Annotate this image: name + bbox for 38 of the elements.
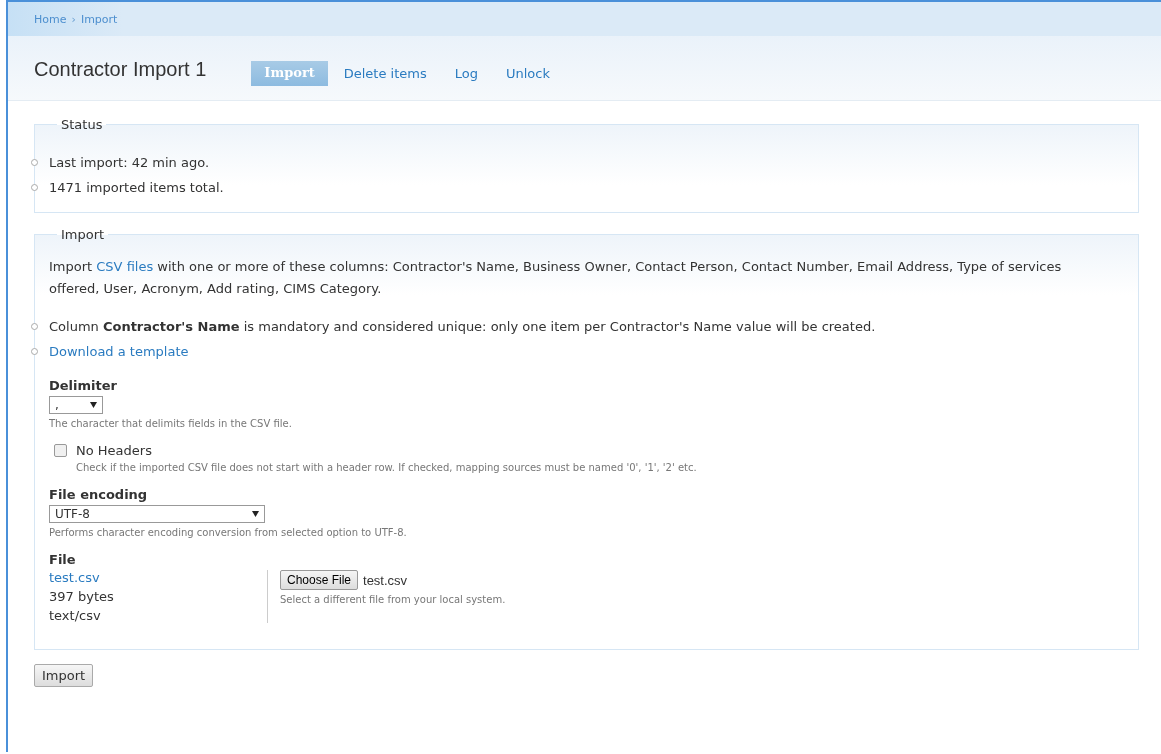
delimiter-select[interactable]: ,: [49, 396, 103, 414]
bullet-icon: [31, 159, 38, 166]
encoding-select[interactable]: UTF-8: [49, 505, 265, 523]
field-description: Check if the imported CSV file does not start with a header row. If checked, mapping sources must be named '0', '1', '2' etc.: [76, 462, 698, 473]
status-text: Last import: 42 min ago.: [49, 155, 210, 170]
file-type: text/csv: [49, 608, 102, 623]
tab[interactable]: Log: [442, 60, 490, 86]
info-text: Column Contractor's Name is mandatory and considered unique: only one item per Contractor's Name value will be created.: [49, 319, 876, 334]
field-label: File: [49, 552, 77, 567]
page-title: Contractor Import 1: [34, 57, 207, 81]
breadcrumb-link[interactable]: Import: [80, 12, 118, 26]
bullet-icon: [31, 184, 38, 191]
breadcrumb-separator: ›: [71, 12, 76, 26]
field-label: File encoding: [49, 487, 149, 502]
intro-text: Import CSV files with one or more of these columns: Contractor's Name, Business Owner, Contact Person, Contact Number, Email Address, Type of services offered, User, Acronym, Add rating, CIMS Category.: [49, 258, 1063, 298]
chosen-file-name: test.csv: [363, 572, 408, 588]
panel-legend: Status: [57, 117, 107, 132]
caret-icon: [252, 511, 259, 517]
checkbox[interactable]: [54, 444, 67, 457]
csv-link[interactable]: CSV files: [96, 259, 154, 274]
file-size: 397 bytes: [49, 589, 115, 604]
field-description: Select a different file from your local system.: [280, 594, 506, 605]
panel-legend: Import: [57, 227, 109, 242]
bullet-icon: [31, 348, 38, 355]
tab[interactable]: Delete items: [331, 60, 439, 86]
import-button[interactable]: Import: [34, 664, 94, 687]
choose-file-button[interactable]: Choose File: [280, 570, 359, 590]
caret-icon: [90, 402, 97, 408]
status-text: 1471 imported items total.: [49, 180, 224, 195]
tab[interactable]: Unlock: [494, 60, 562, 86]
checkbox-label: No Headers: [76, 443, 152, 458]
bullet-icon: [31, 323, 38, 330]
field-description: The character that delimits fields in the CSV file.: [49, 418, 293, 429]
field-description: Performs character encoding conversion from selected option to UTF-8.: [49, 527, 408, 538]
field-label: Delimiter: [49, 378, 118, 393]
file-link[interactable]: test.csv: [49, 570, 267, 585]
breadcrumb-link[interactable]: Home: [34, 12, 67, 26]
template-link[interactable]: Download a template: [49, 344, 189, 359]
